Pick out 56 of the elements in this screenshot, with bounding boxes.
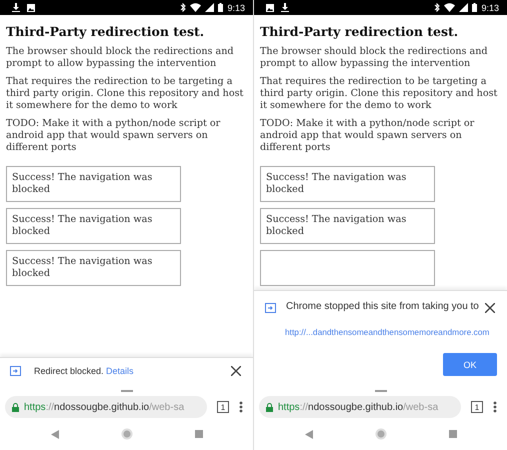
clock-time: 9:13	[481, 2, 499, 12]
wifi-icon	[190, 3, 202, 12]
home-icon[interactable]	[120, 428, 132, 440]
signal-icon	[205, 3, 214, 12]
download-icon	[281, 3, 289, 12]
home-icon[interactable]	[374, 428, 386, 440]
drag-handle[interactable]	[120, 390, 132, 392]
paragraph: TODO: Make it with a python/node script or android app that would spawn servers on different ports	[260, 118, 476, 154]
page-title: Third-Party redirection test.	[260, 24, 460, 39]
blocked-redirect-icon	[265, 303, 276, 313]
lock-icon	[266, 402, 273, 412]
clock-time: 9:13	[227, 2, 245, 12]
details-link[interactable]: Details	[106, 366, 134, 376]
page-title: Third-Party redirection test.	[6, 24, 206, 39]
infobar-message: Redirect blocked. Details	[34, 366, 135, 376]
close-icon	[485, 303, 495, 313]
result-text: Success! The navigation was blocked	[12, 214, 152, 237]
lock-icon	[12, 402, 19, 412]
back-icon[interactable]	[50, 430, 58, 438]
dialog-message: Chrome stopped this site from taking you to	[286, 301, 480, 313]
paragraph: The browser should block the redirections and prompt to allow bypassing the intervention	[6, 46, 235, 70]
url-bar[interactable]: https://ndossougbe.github.io/web-sa	[5, 396, 207, 418]
paragraph: TODO: Make it with a python/node script or android app that would spawn servers on different ports	[6, 118, 222, 154]
signal-icon	[459, 3, 468, 12]
paragraph: That requires the redirection to be targeting a third party origin. Clone this repository and host it somewhere for the demo to work	[6, 76, 244, 112]
paragraph: That requires the redirection to be targeting a third party origin. Clone this repository and host it somewhere for the demo to work	[260, 76, 498, 112]
drag-handle[interactable]	[374, 390, 386, 392]
image-icon	[266, 4, 274, 12]
blocked-url-link[interactable]: http://...dandthensomeandthensomemoreandmore.com	[285, 327, 497, 337]
tab-switcher-button[interactable]: 1	[217, 401, 229, 413]
close-icon	[231, 366, 241, 376]
wifi-icon	[444, 3, 456, 12]
more-menu-icon[interactable]	[239, 401, 243, 413]
blocked-redirect-icon	[10, 366, 21, 376]
url-text: https://ndossougbe.github.io/web-sa	[278, 402, 438, 412]
paragraph: The browser should block the redirections and prompt to allow bypassing the intervention	[260, 46, 489, 70]
download-icon	[12, 3, 20, 12]
back-icon[interactable]	[304, 430, 312, 438]
ok-button[interactable]: OK	[443, 353, 497, 376]
battery-icon	[472, 3, 478, 12]
image-icon	[27, 4, 35, 12]
tab-switcher-button[interactable]: 1	[471, 401, 483, 413]
close-button[interactable]	[483, 301, 497, 315]
close-button[interactable]	[229, 364, 243, 378]
battery-icon	[218, 3, 224, 12]
more-menu-icon[interactable]	[493, 401, 497, 413]
result-text: Success! The navigation was blocked	[12, 172, 152, 195]
bluetooth-icon	[180, 3, 186, 12]
url-text: https://ndossougbe.github.io/web-sa	[24, 402, 184, 412]
result-text: Success! The navigation was blocked	[266, 214, 406, 237]
bluetooth-icon	[434, 3, 440, 12]
result-text: Success! The navigation was blocked	[12, 256, 152, 279]
url-bar[interactable]: https://ndossougbe.github.io/web-sa	[259, 396, 461, 418]
result-text: Success! The navigation was blocked	[266, 172, 406, 195]
recents-icon[interactable]	[448, 430, 456, 438]
recents-icon[interactable]	[194, 430, 202, 438]
